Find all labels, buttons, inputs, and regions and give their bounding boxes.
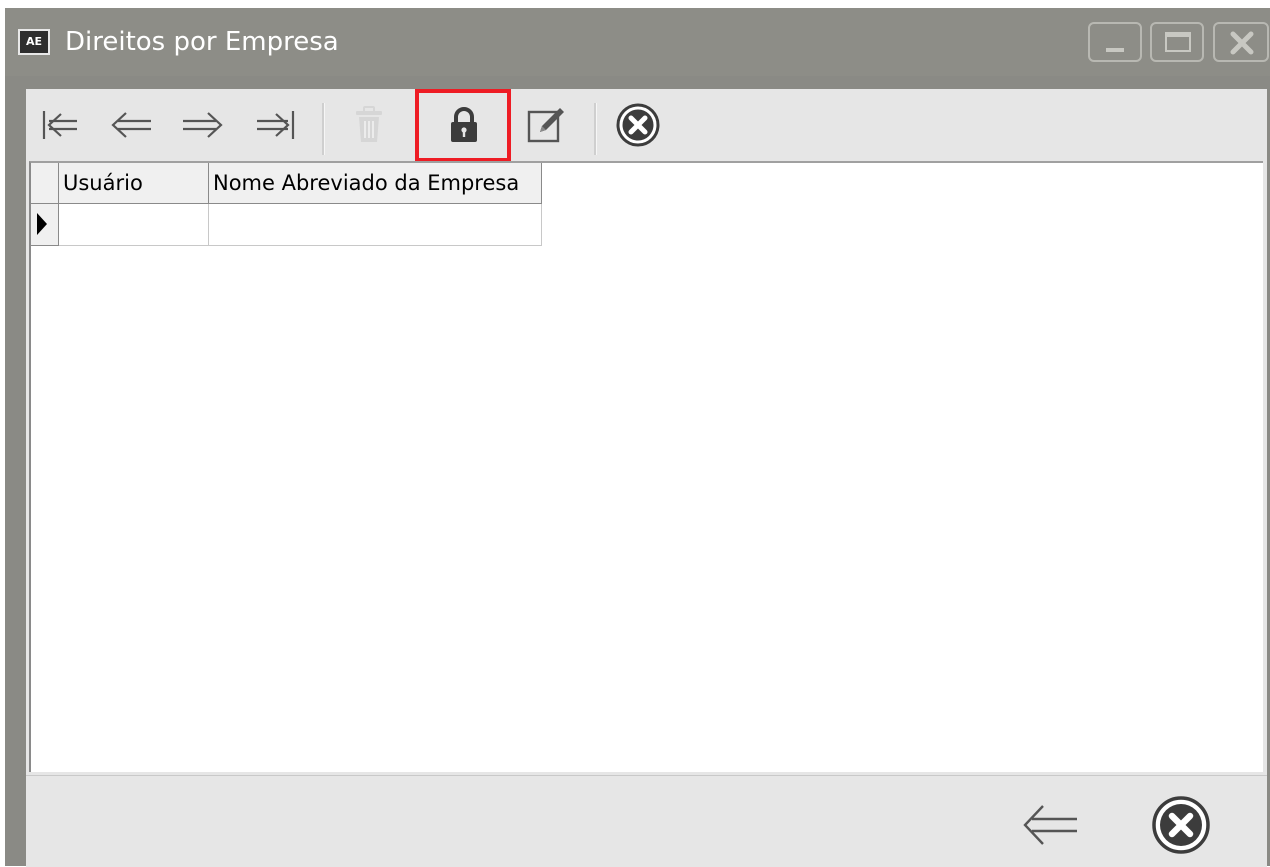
lock-button-highlight <box>415 89 511 162</box>
last-record-button[interactable] <box>251 101 299 149</box>
close-icon <box>1230 31 1254 55</box>
edit-icon <box>527 108 564 143</box>
toolbar-separator <box>322 103 325 155</box>
cancel-circle-icon <box>616 103 660 147</box>
next-record-button[interactable] <box>178 101 226 149</box>
column-header-nome-abreviado[interactable]: Nome Abreviado da Empresa <box>208 163 542 204</box>
column-header-usuario[interactable]: Usuário <box>58 163 209 204</box>
toolbar <box>26 89 1267 165</box>
last-arrow-icon <box>257 111 295 139</box>
cancel-button[interactable] <box>612 101 664 149</box>
current-row-pointer-icon <box>37 212 47 235</box>
grid-header-row: Usuário Nome Abreviado da Empresa <box>31 163 542 204</box>
title-bar[interactable]: AE Direitos por Empresa <box>5 8 1270 76</box>
close-button[interactable] <box>1148 796 1214 854</box>
first-arrow-icon <box>42 111 77 139</box>
maximize-button[interactable] <box>1150 22 1204 62</box>
app-icon: AE <box>18 29 50 55</box>
table-row[interactable] <box>31 203 542 246</box>
footer-bar <box>26 775 1267 867</box>
client-area: Usuário Nome Abreviado da Empresa <box>26 89 1267 867</box>
row-indicator[interactable] <box>31 203 59 246</box>
window-title: Direitos por Empresa <box>65 27 339 57</box>
first-record-button[interactable] <box>38 101 84 149</box>
edit-button[interactable] <box>522 101 570 149</box>
cancel-circle-icon <box>1152 796 1210 854</box>
back-arrow-icon <box>1023 805 1077 845</box>
row-indicator-header <box>31 163 59 204</box>
data-grid[interactable]: Usuário Nome Abreviado da Empresa <box>29 161 1263 772</box>
left-arrow-icon <box>111 112 151 138</box>
cell-nome-abreviado[interactable] <box>208 203 542 246</box>
cell-usuario[interactable] <box>58 203 209 246</box>
right-arrow-icon <box>183 112 223 138</box>
close-window-button[interactable] <box>1213 22 1269 62</box>
window: AE Direitos por Empresa Usuário Nome Abr… <box>5 8 1270 867</box>
delete-button[interactable] <box>346 101 392 149</box>
minimize-button[interactable] <box>1088 22 1142 62</box>
back-button[interactable] <box>1018 796 1084 854</box>
trash-icon <box>356 106 382 142</box>
grid-table: Usuário Nome Abreviado da Empresa <box>31 163 542 246</box>
previous-record-button[interactable] <box>108 101 156 149</box>
toolbar-separator <box>594 103 597 155</box>
